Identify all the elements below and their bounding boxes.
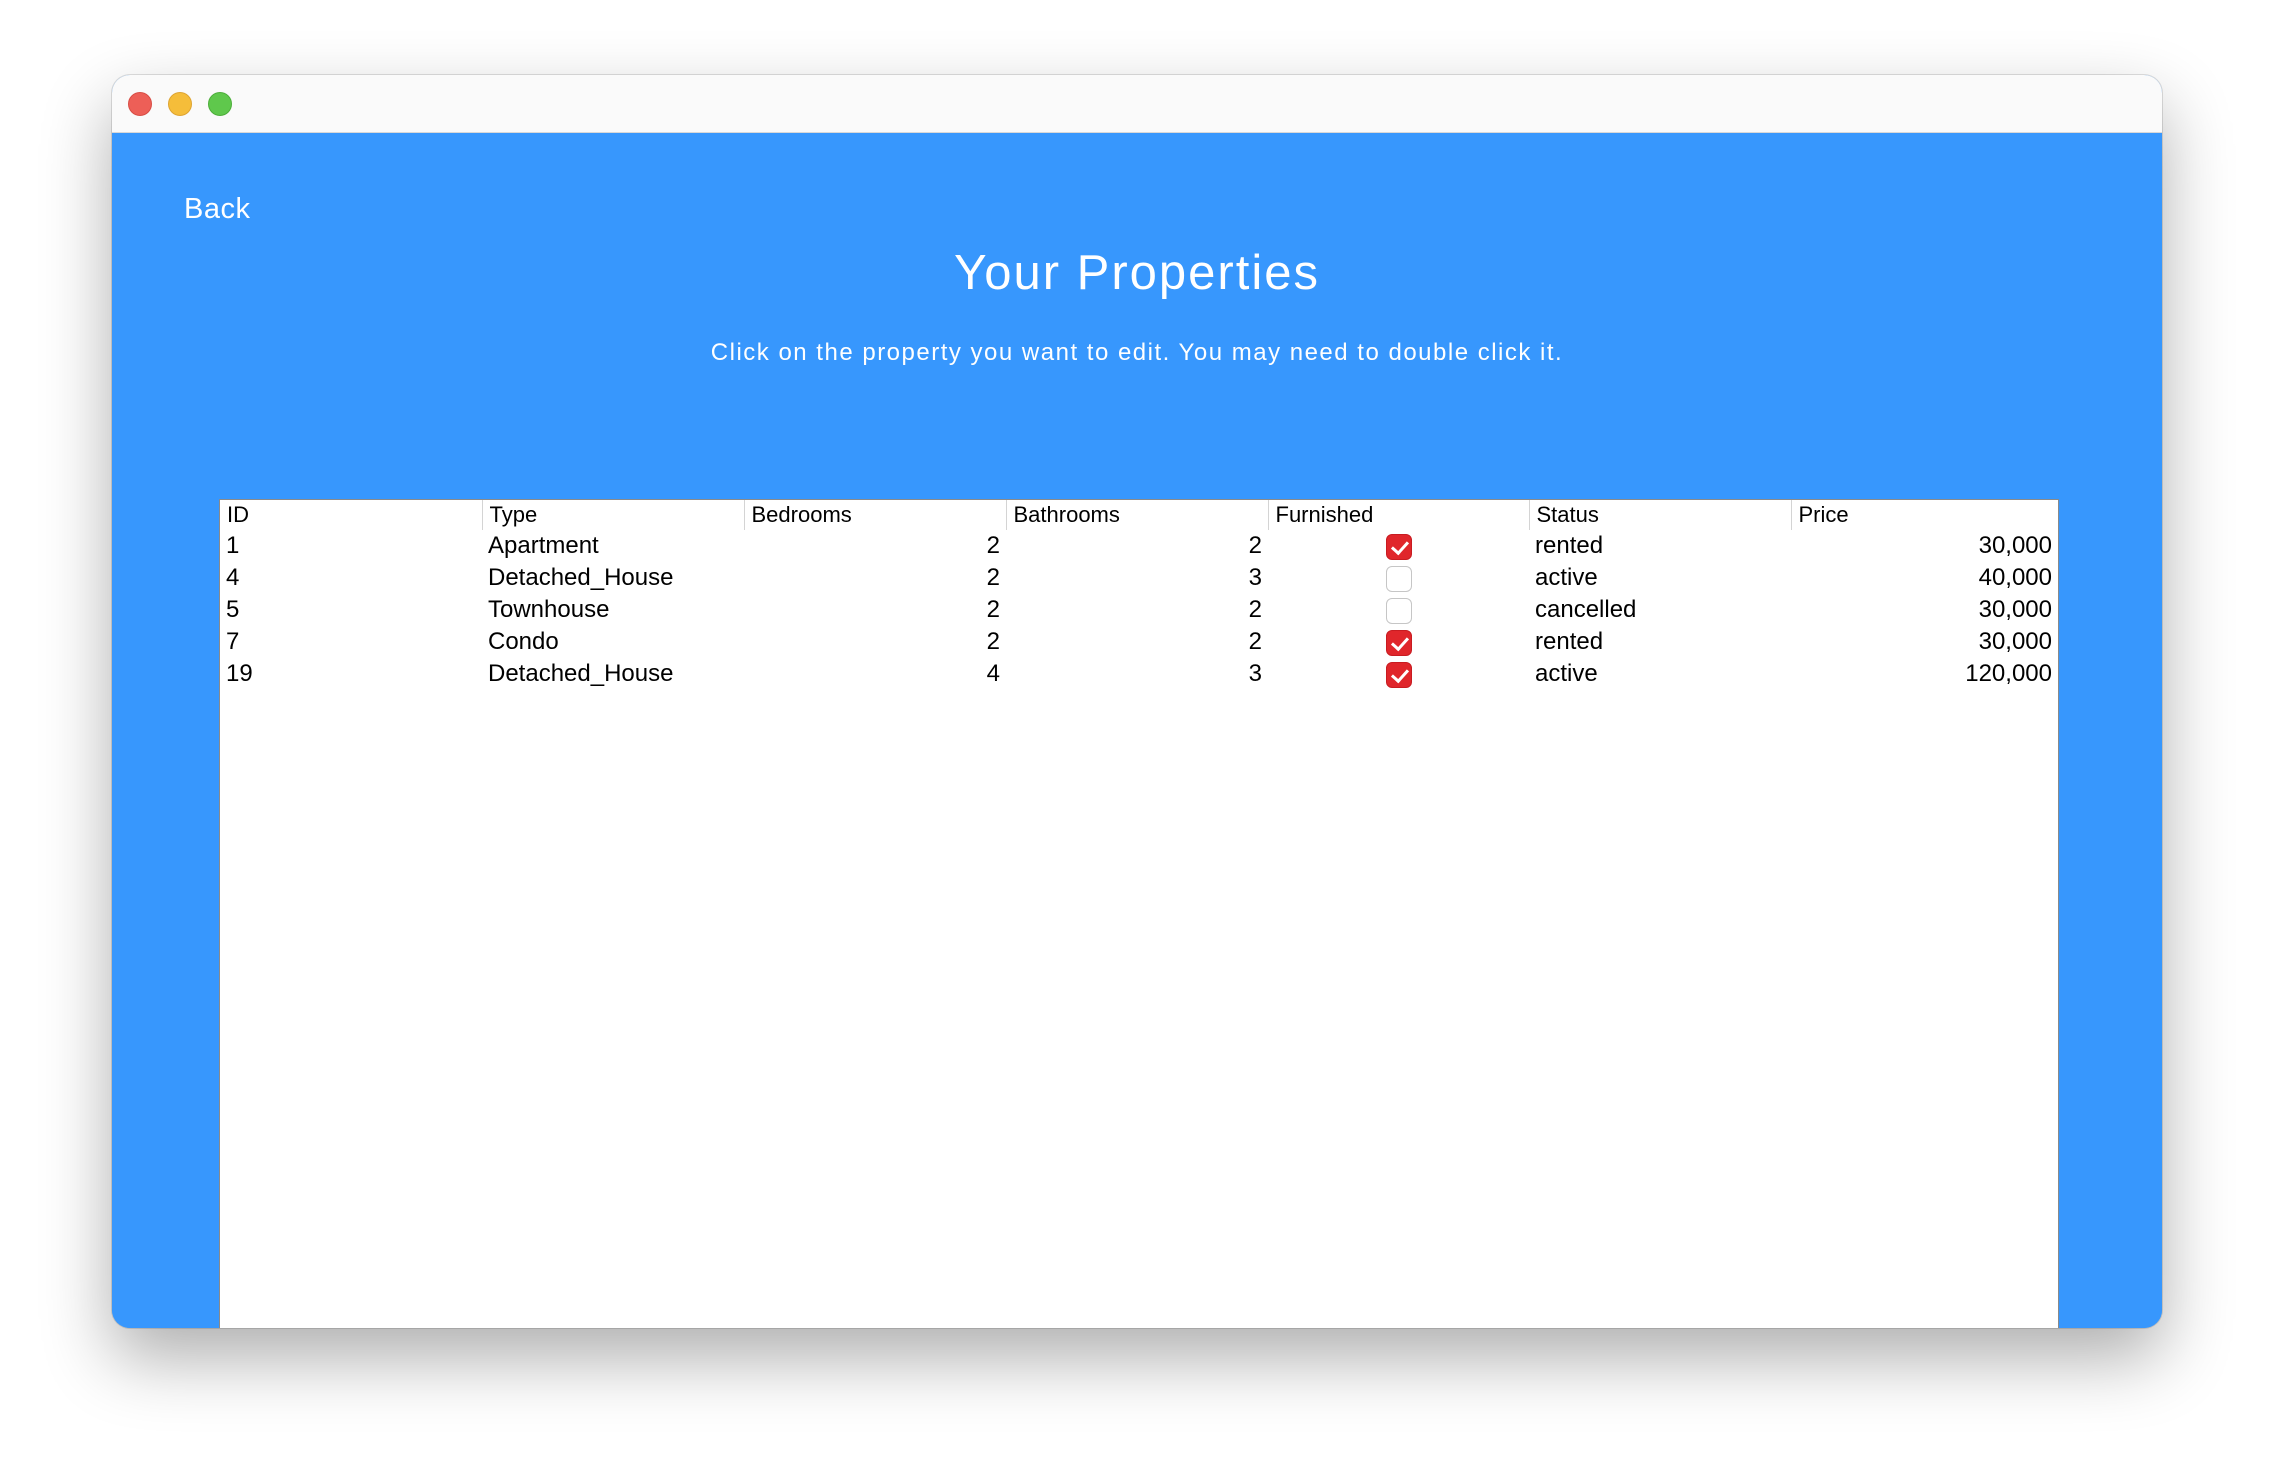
table-row[interactable]: 7 Condo 2 2 rented 30,000: [220, 626, 2058, 658]
cell-furnished: [1268, 658, 1529, 690]
cell-bathrooms: 2: [1248, 628, 1262, 655]
cell-type: Townhouse: [488, 596, 610, 623]
page-title: Your Properties: [954, 246, 1320, 300]
table-row[interactable]: 5 Townhouse 2 2 cancelled 30,000: [220, 594, 2058, 626]
cell-type: Apartment: [488, 532, 599, 559]
column-header-bedrooms[interactable]: Bedrooms: [744, 500, 1007, 530]
column-header-price[interactable]: Price: [1791, 500, 2058, 530]
cell-status: cancelled: [1535, 596, 1637, 623]
cell-bedrooms: 4: [986, 660, 1000, 687]
column-header-status[interactable]: Status: [1529, 500, 1792, 530]
cell-furnished: [1268, 562, 1529, 594]
furnished-checkbox[interactable]: [1385, 629, 1412, 656]
cell-id: 4: [226, 564, 240, 591]
cell-bedrooms: 2: [986, 564, 1000, 591]
cell-bedrooms: 2: [986, 628, 1000, 655]
cell-id: 7: [226, 628, 240, 655]
cell-bathrooms: 2: [1248, 596, 1262, 623]
cell-status: rented: [1535, 532, 1604, 559]
table-header-row: ID Type Bedrooms Bathrooms Furnished Sta…: [220, 500, 2058, 530]
minimize-window-button[interactable]: [168, 92, 192, 116]
furnished-checkbox[interactable]: [1385, 597, 1412, 624]
cell-id: 5: [226, 596, 240, 623]
cell-bathrooms: 3: [1248, 660, 1262, 687]
cell-furnished: [1268, 594, 1529, 626]
furnished-checkbox[interactable]: [1385, 565, 1412, 592]
column-header-bathrooms[interactable]: Bathrooms: [1006, 500, 1269, 530]
app-window: Back Your Properties Click on the proper…: [112, 75, 2162, 1328]
title-bar: [112, 75, 2162, 133]
column-header-type[interactable]: Type: [482, 500, 745, 530]
cell-status: active: [1535, 564, 1598, 591]
column-header-id[interactable]: ID: [220, 500, 483, 530]
cell-type: Detached_House: [488, 564, 674, 591]
properties-table-container[interactable]: ID Type Bedrooms Bathrooms Furnished Sta…: [219, 499, 2059, 1328]
furnished-checkbox[interactable]: [1385, 533, 1412, 560]
cell-furnished: [1268, 530, 1529, 562]
column-header-furnished[interactable]: Furnished: [1268, 500, 1530, 530]
cell-bathrooms: 2: [1248, 532, 1262, 559]
properties-table: ID Type Bedrooms Bathrooms Furnished Sta…: [220, 500, 2058, 690]
cell-bedrooms: 2: [986, 596, 1000, 623]
furnished-checkbox[interactable]: [1385, 661, 1412, 688]
cell-bathrooms: 3: [1248, 564, 1262, 591]
close-window-button[interactable]: [128, 92, 152, 116]
cell-price: 30,000: [1978, 596, 2052, 623]
cell-price: 40,000: [1978, 564, 2052, 591]
cell-price: 30,000: [1978, 532, 2052, 559]
back-button[interactable]: Back: [184, 193, 250, 226]
main-panel: Back Your Properties Click on the proper…: [112, 133, 2162, 1328]
cell-bedrooms: 2: [986, 532, 1000, 559]
table-row[interactable]: 1 Apartment 2 2 rented 30,000: [220, 530, 2058, 562]
cell-furnished: [1268, 626, 1529, 658]
cell-status: rented: [1535, 628, 1604, 655]
cell-type: Detached_House: [488, 660, 674, 687]
cell-status: active: [1535, 660, 1598, 687]
cell-type: Condo: [488, 628, 559, 655]
table-row[interactable]: 4 Detached_House 2 3 active 40,000: [220, 562, 2058, 594]
cell-id: 19: [226, 660, 253, 687]
cell-id: 1: [226, 532, 240, 559]
cell-price: 120,000: [1965, 660, 2052, 687]
page-subtitle: Click on the property you want to edit. …: [710, 339, 1564, 366]
zoom-window-button[interactable]: [208, 92, 232, 116]
table-row[interactable]: 19 Detached_House 4 3 active 120,000: [220, 658, 2058, 690]
cell-price: 30,000: [1978, 628, 2052, 655]
